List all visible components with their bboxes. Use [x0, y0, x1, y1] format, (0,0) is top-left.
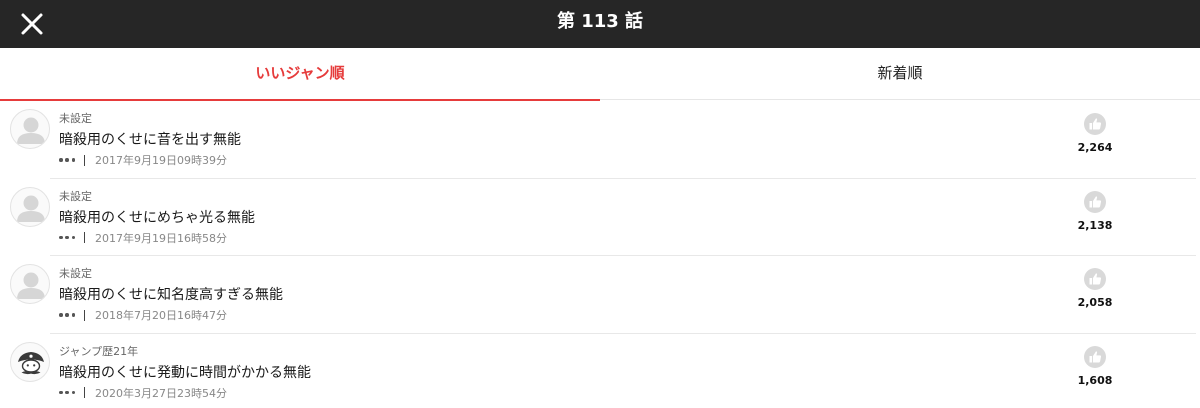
- comment-item: 未設定 暗殺用のくせに知名度高すぎる無能 2018年7月20日16時47分 2,…: [0, 256, 1200, 334]
- more-options-icon[interactable]: [59, 309, 75, 321]
- tab-popular[interactable]: いいジャン順: [0, 48, 600, 101]
- comment-username[interactable]: 未設定: [59, 110, 92, 126]
- comment-text: 暗殺用のくせにめちゃ光る無能: [59, 209, 255, 226]
- like-button[interactable]: [1084, 345, 1106, 368]
- meta-divider: [84, 232, 85, 243]
- default-avatar-icon[interactable]: [10, 264, 50, 304]
- comment-date: 2017年9月19日16時58分: [95, 231, 227, 245]
- comment-username[interactable]: 未設定: [59, 188, 92, 204]
- comment-text: 暗殺用のくせに知名度高すぎる無能: [59, 287, 283, 303]
- comment-list: 未設定 暗殺用のくせに音を出す無能 2017年9月19日09時39分 2,264: [0, 101, 1200, 408]
- header-bar: 第 113 話: [0, 0, 1200, 48]
- comment-meta: 2017年9月19日09時39分: [59, 152, 227, 168]
- default-avatar-icon[interactable]: [10, 186, 50, 227]
- like-count: 2,264: [1077, 141, 1113, 154]
- pirate-avatar-icon[interactable]: [10, 341, 50, 382]
- meta-divider: [84, 154, 85, 166]
- comment-username[interactable]: 未設定: [59, 265, 92, 281]
- comment-username[interactable]: ジャンプ歴21年: [59, 343, 138, 359]
- tab-newest[interactable]: 新着順: [600, 48, 1200, 100]
- thumbs-up-icon: [1084, 268, 1106, 290]
- comment-item: ジャンプ歴21年 暗殺用のくせに発動に時間がかかる無能 2020年3月27日23…: [0, 334, 1200, 408]
- thumbs-up-icon: [1084, 113, 1106, 135]
- comment-text: 暗殺用のくせに音を出す無能: [59, 132, 241, 148]
- like-count: 1,608: [1077, 373, 1113, 387]
- more-options-icon[interactable]: [59, 154, 75, 166]
- comment-meta: 2017年9月19日16時58分: [59, 230, 227, 246]
- meta-divider: [84, 387, 85, 398]
- page-title: 第 113 話: [556, 11, 644, 32]
- comment-item: 未設定 暗殺用のくせにめちゃ光る無能 2017年9月19日16時58分 2,13…: [0, 179, 1200, 256]
- thumbs-up-icon: [1084, 346, 1106, 368]
- like-count: 2,058: [1077, 296, 1113, 309]
- comment-item: 未設定 暗殺用のくせに音を出す無能 2017年9月19日09時39分 2,264: [0, 101, 1200, 179]
- like-button[interactable]: [1084, 113, 1106, 135]
- default-avatar-icon[interactable]: [10, 109, 50, 149]
- thumbs-up-icon: [1084, 191, 1106, 213]
- comment-text: 暗殺用のくせに発動に時間がかかる無能: [59, 364, 311, 381]
- more-options-icon[interactable]: [59, 232, 75, 244]
- comment-date: 2020年3月27日23時54分: [95, 386, 227, 400]
- meta-divider: [84, 309, 85, 321]
- sort-tabs: いいジャン順 新着順: [0, 48, 1200, 101]
- like-count: 2,138: [1077, 218, 1113, 232]
- comment-date: 2017年9月19日09時39分: [95, 154, 227, 167]
- like-button[interactable]: [1084, 190, 1106, 213]
- comment-date: 2018年7月20日16時47分: [95, 309, 227, 322]
- like-button[interactable]: [1084, 268, 1106, 290]
- comment-meta: 2020年3月27日23時54分: [59, 385, 227, 401]
- comment-meta: 2018年7月20日16時47分: [59, 307, 227, 323]
- more-options-icon[interactable]: [59, 387, 75, 399]
